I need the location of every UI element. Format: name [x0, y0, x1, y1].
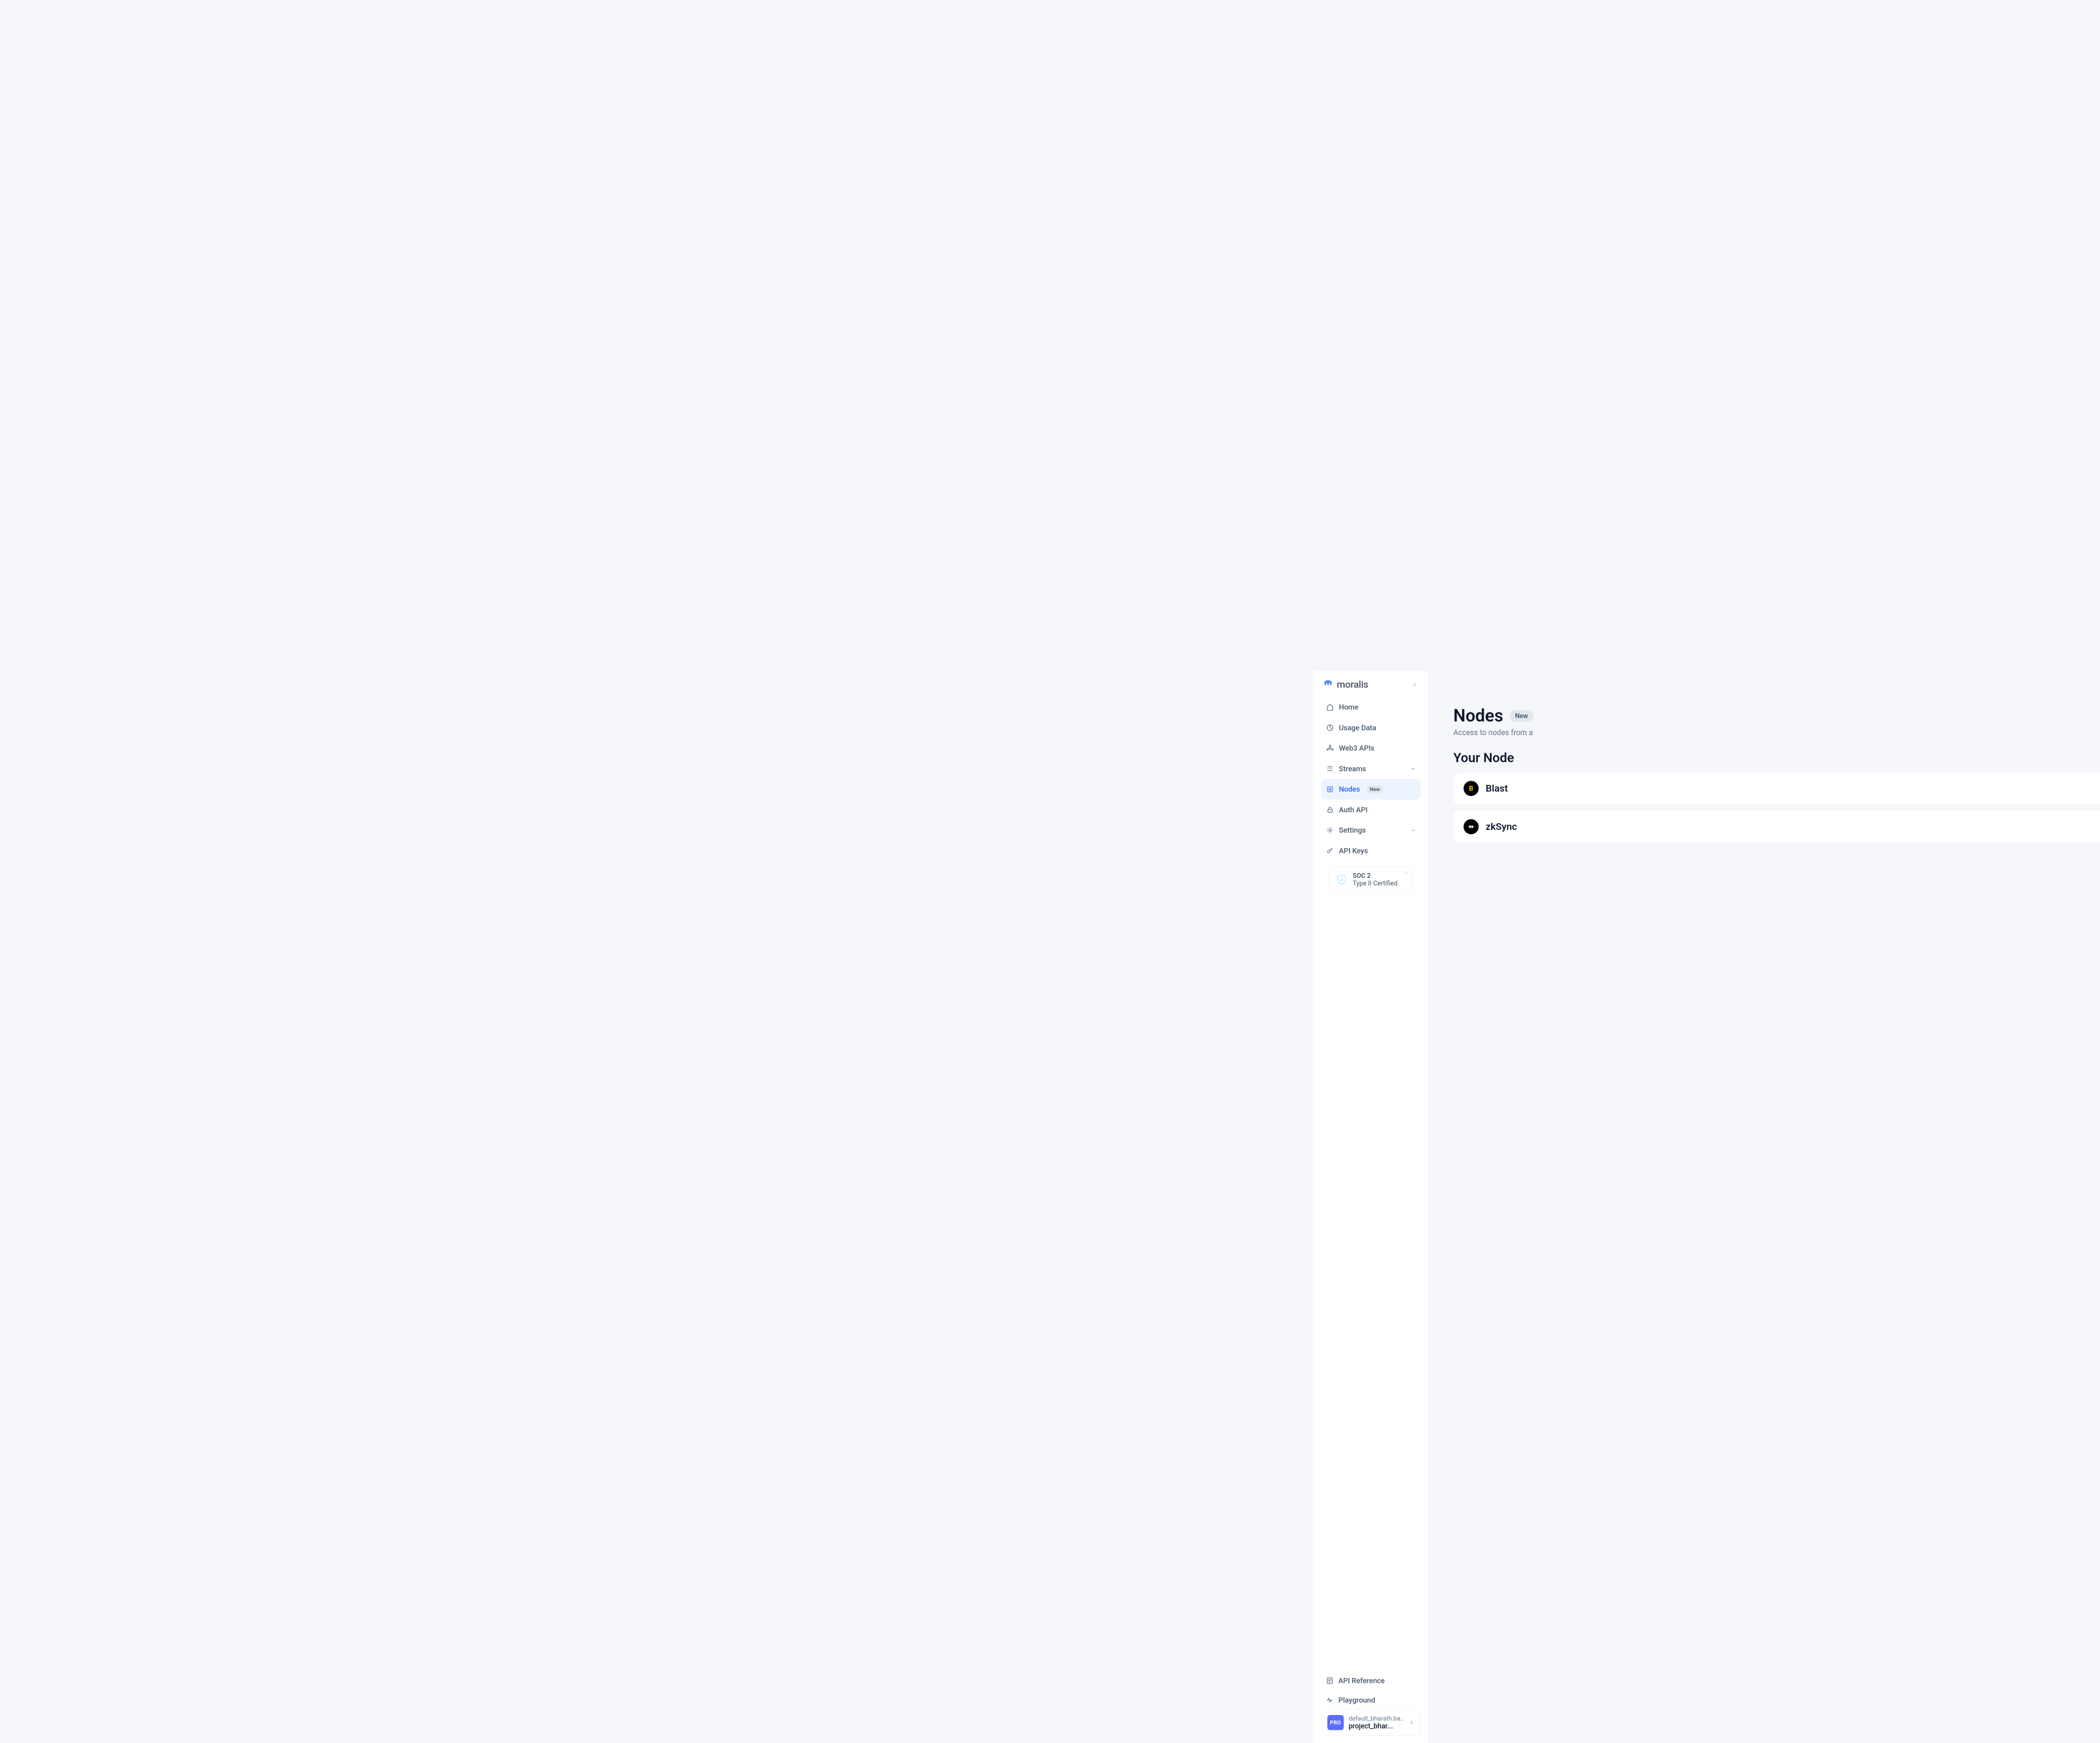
nav-web3-apis[interactable]: Web3 APIs: [1321, 738, 1421, 759]
chevron-down-icon: [1410, 827, 1416, 833]
soc2-badge-card[interactable]: SOC 2 Type II Certified: [1329, 866, 1413, 893]
sidebar: moralis Home Usage Data Web3 APIs Stream…: [1314, 671, 1429, 1743]
playground-icon: [1326, 1696, 1333, 1704]
logo-text: moralis: [1337, 679, 1368, 691]
nav-api-keys[interactable]: API Keys: [1321, 840, 1421, 861]
external-link-icon: [1403, 871, 1409, 876]
plan-badge: PRO: [1327, 1715, 1343, 1730]
soc-line2: Type II Certified: [1353, 880, 1398, 887]
nav-label: API Reference: [1339, 1676, 1385, 1685]
nav-label: Streams: [1339, 764, 1366, 773]
nav: Home Usage Data Web3 APIs Streams Nodes …: [1314, 697, 1429, 1671]
nav-playground[interactable]: Playground: [1321, 1690, 1421, 1710]
nav-streams[interactable]: Streams: [1321, 758, 1421, 779]
nav-label: Playground: [1339, 1696, 1376, 1704]
project-secondary: default_bharath.ba...: [1348, 1715, 1404, 1722]
shield-check-icon: [1336, 874, 1348, 886]
home-icon: [1326, 703, 1334, 711]
web3-icon: [1326, 744, 1334, 752]
new-badge: New: [1367, 786, 1383, 793]
nav-label: Web3 APIs: [1339, 744, 1374, 753]
project-primary: project_bhar...: [1348, 1722, 1404, 1730]
nav-home[interactable]: Home: [1321, 697, 1421, 717]
key-icon: [1326, 847, 1334, 855]
gear-icon: [1326, 826, 1334, 834]
nav-label: Home: [1339, 703, 1358, 711]
main: What's new Upgrade Plan BHA Nodes New Ac…: [1429, 671, 2100, 1743]
nav-nodes[interactable]: Nodes New: [1321, 779, 1421, 800]
nav-auth-api[interactable]: Auth API: [1321, 800, 1421, 820]
nav-api-reference[interactable]: API Reference: [1321, 1671, 1421, 1690]
collapse-sidebar-button[interactable]: [1410, 680, 1419, 690]
soc-line1: SOC 2: [1353, 872, 1398, 879]
nav-label: API Keys: [1339, 846, 1368, 855]
logo[interactable]: moralis: [1322, 679, 1368, 691]
nav-label: Usage Data: [1339, 724, 1376, 732]
project-switcher[interactable]: PRO default_bharath.ba... project_bhar..…: [1321, 1710, 1421, 1735]
streams-icon: [1326, 765, 1334, 773]
usage-icon: [1326, 724, 1334, 731]
nav-label: Nodes: [1339, 785, 1360, 793]
nav-label: Settings: [1339, 826, 1365, 834]
chevron-right-icon: [1409, 1719, 1415, 1725]
docs-icon: [1326, 1677, 1333, 1684]
nav-settings[interactable]: Settings: [1321, 820, 1421, 841]
chevron-down-icon: [1410, 766, 1416, 772]
modal-overlay: Start creating your node Support ✕ Selec…: [1429, 671, 2100, 1743]
lock-icon: [1326, 806, 1334, 813]
nav-usage-data[interactable]: Usage Data: [1321, 717, 1421, 738]
nav-label: Auth API: [1339, 806, 1367, 814]
nodes-icon: [1326, 785, 1334, 793]
logo-icon: [1322, 679, 1334, 691]
